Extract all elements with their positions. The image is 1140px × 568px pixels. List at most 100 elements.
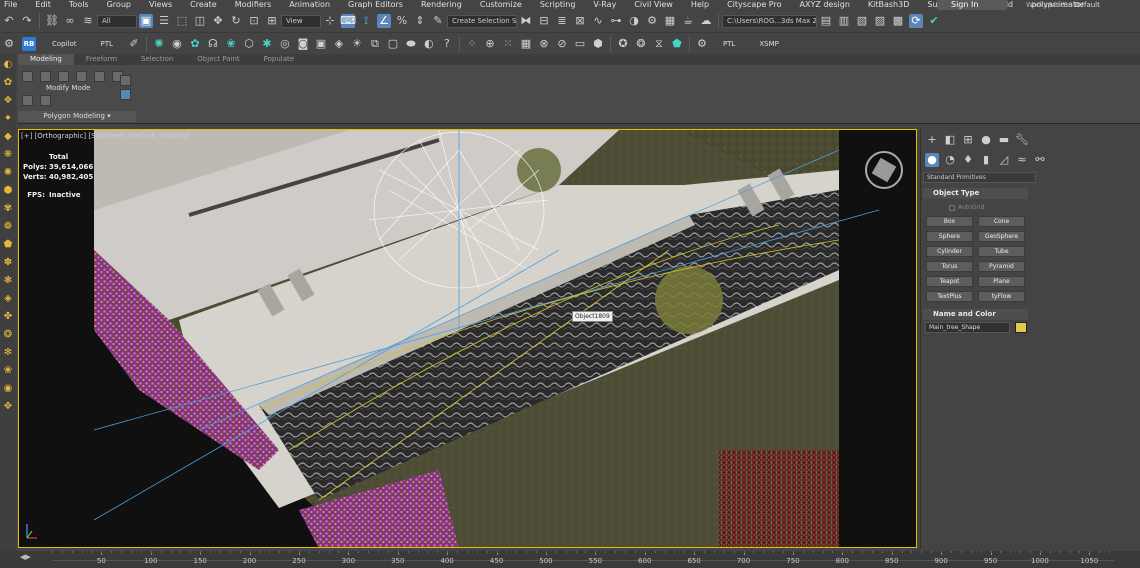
copilot-button[interactable]: Copilot [40, 40, 89, 48]
teapot-button[interactable]: Teapot [926, 276, 973, 287]
menu-graph-editors[interactable]: Graph Editors [344, 0, 403, 10]
menu-create[interactable]: Create [186, 0, 217, 10]
utilities-tab-icon[interactable]: 🔧︎ [1015, 133, 1029, 147]
tool-icon-18[interactable]: ❀ [1, 364, 15, 378]
create-tab-icon[interactable]: + [925, 133, 939, 147]
ribbon-tool-1[interactable] [22, 71, 33, 82]
plane-button[interactable]: Plane [978, 276, 1025, 287]
autogrid-box[interactable] [949, 204, 955, 211]
menu-scripting[interactable]: Scripting [536, 0, 576, 10]
menu-views[interactable]: Views [145, 0, 172, 10]
select-object-icon[interactable]: ▣ [139, 14, 153, 28]
spinner-snap-icon[interactable]: ⇕ [413, 14, 427, 28]
autogrid-checkbox[interactable]: AutoGrid [949, 204, 985, 211]
angle-snap-icon[interactable]: ∠ [377, 14, 391, 28]
tool-icon-15[interactable]: ✤ [1, 310, 15, 324]
open-folder-icon[interactable]: ▥ [837, 14, 851, 28]
window-crossing-icon[interactable]: ◫ [193, 14, 207, 28]
plugin-icon-16[interactable]: ⁘ [465, 37, 479, 51]
tool-icon-8[interactable]: ⬢ [1, 184, 15, 198]
plugin-icon-19[interactable]: ▦ [519, 37, 533, 51]
tool-icon-11[interactable]: ⬟ [1, 238, 15, 252]
ribbon-tool-8[interactable] [40, 95, 51, 106]
menu-civil-view[interactable]: Civil View [630, 0, 673, 10]
name-color-rollout[interactable]: Name and Color [923, 309, 1028, 320]
viewport-label[interactable]: [+] [Orthographic] [Standard] [Default S… [19, 130, 190, 142]
render-setup-icon[interactable]: ⚙ [645, 14, 659, 28]
ribbon-tab-object-paint[interactable]: Object Paint [185, 54, 251, 65]
geosphere-button[interactable]: GeoSphere [978, 231, 1025, 242]
plugin-icon-23[interactable]: ⬢ [591, 37, 605, 51]
box-button[interactable]: Box [926, 216, 973, 227]
spacewarps-icon[interactable]: ≈ [1015, 153, 1029, 167]
check-icon[interactable]: ✔ [927, 14, 941, 28]
plugin-icon-25[interactable]: ❂ [634, 37, 648, 51]
tool-icon-12[interactable]: ✽ [1, 256, 15, 270]
select-by-name-icon[interactable]: ☰ [157, 14, 171, 28]
systems-icon[interactable]: ⚯ [1033, 153, 1047, 167]
motion-tab-icon[interactable]: ● [979, 133, 993, 147]
plugin-icon-11[interactable]: ◈ [332, 37, 346, 51]
ribbon-tab-populate[interactable]: Populate [252, 54, 306, 65]
menu-edit[interactable]: Edit [31, 0, 51, 10]
tool-icon-9[interactable]: ✾ [1, 202, 15, 216]
render-icon[interactable]: ☕ [681, 14, 695, 28]
primitive-type-dropdown[interactable]: Standard Primitives [923, 172, 1036, 183]
ribbon-tool-9[interactable] [120, 75, 131, 86]
menu-modifiers[interactable]: Modifiers [231, 0, 272, 10]
object-type-rollout[interactable]: Object Type [923, 188, 1028, 199]
placement-icon[interactable]: ⊞ [265, 14, 279, 28]
plugin-icon-10[interactable]: ▣ [314, 37, 328, 51]
keyboard-shortcut-icon[interactable]: ⌨ [340, 14, 356, 28]
undo-icon[interactable]: ↶ [2, 14, 16, 28]
object-color-swatch[interactable] [1015, 322, 1027, 333]
menu-help[interactable]: Help [687, 0, 709, 10]
tool-icon-19[interactable]: ◉ [1, 382, 15, 396]
tool-icon-6[interactable]: ❋ [1, 148, 15, 162]
plugin-icon-3[interactable]: ✿ [188, 37, 202, 51]
menu-cityscape-pro[interactable]: Cityscape Pro [723, 0, 781, 10]
snap-icon[interactable]: ⟟ [359, 14, 373, 28]
tool-icon-5[interactable]: ◆ [1, 130, 15, 144]
tool-icon-13[interactable]: ❃ [1, 274, 15, 288]
brush-icon[interactable]: ✐ [127, 37, 141, 51]
ribbon-tool-10[interactable] [120, 89, 131, 100]
menu-rendering[interactable]: Rendering [417, 0, 462, 10]
browse-icon[interactable]: ▨ [873, 14, 887, 28]
cone-button[interactable]: Cone [978, 216, 1025, 227]
help-icon[interactable]: ? [440, 37, 454, 51]
ribbon-tab-selection[interactable]: Selection [129, 54, 185, 65]
plugin-icon-5[interactable]: ❀ [224, 37, 238, 51]
ribbon-tool-2[interactable] [40, 71, 51, 82]
scale-icon[interactable]: ⊡ [247, 14, 261, 28]
menu-animation[interactable]: Animation [285, 0, 330, 10]
perspective-viewport[interactable]: [+] [Orthographic] [Standard] [Default S… [18, 129, 917, 548]
plugin-icon-8[interactable]: ◎ [278, 37, 292, 51]
light-icon[interactable]: ☀ [350, 37, 364, 51]
tool-icon-2[interactable]: ✿ [1, 76, 15, 90]
tool-icon-7[interactable]: ✺ [1, 166, 15, 180]
ref-coord-dropdown[interactable]: View [281, 14, 321, 28]
geometry-icon[interactable]: ● [925, 153, 939, 167]
lights-icon[interactable]: ♦ [961, 153, 975, 167]
bind-spacewarp-icon[interactable]: ≋ [81, 14, 95, 28]
sign-in-button[interactable]: Sign In [937, 0, 1007, 10]
redo-icon[interactable]: ↷ [20, 14, 34, 28]
plugin-icon-18[interactable]: ⁙ [501, 37, 515, 51]
menu-kitbash3d[interactable]: KitBash3D [864, 0, 909, 10]
helpers-icon[interactable]: ◿ [997, 153, 1011, 167]
xsmp-button[interactable]: XSMP [747, 40, 791, 48]
tool-icon-10[interactable]: ❁ [1, 220, 15, 234]
plugin-icon-13[interactable]: ▢ [386, 37, 400, 51]
ribbon-tool-5[interactable] [94, 71, 105, 82]
scene-explorer-icon[interactable]: ⊠ [573, 14, 587, 28]
ribbon-tab-freeform[interactable]: Freeform [74, 54, 129, 65]
render-frame-icon[interactable]: ▦ [663, 14, 677, 28]
ribbon-tab-modeling[interactable]: Modeling [18, 54, 74, 65]
ribbon-tool-4[interactable] [76, 71, 87, 82]
polygon-modeling-group[interactable]: Polygon Modeling ▾ [18, 111, 136, 122]
rect-selection-icon[interactable]: ⬚ [175, 14, 189, 28]
project-path-dropdown[interactable]: C:\Users\ROG...3ds Max 2024 [722, 14, 817, 28]
plugin-icon-2[interactable]: ◉ [170, 37, 184, 51]
plugin-icon-12[interactable]: ⧉ [368, 37, 382, 51]
